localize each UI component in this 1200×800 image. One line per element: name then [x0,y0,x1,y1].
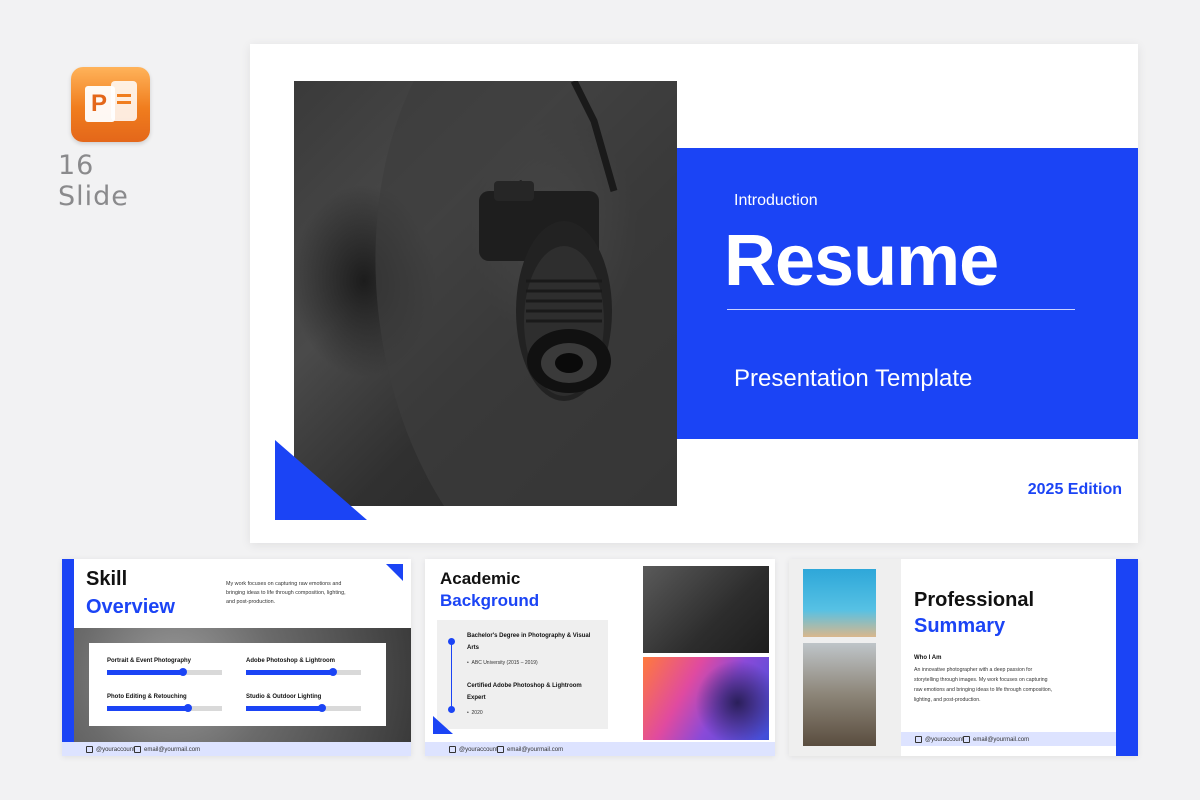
footer-account: @youraccount [459,746,498,753]
timeline-line [451,642,452,710]
footer-account: @youraccount [925,736,964,743]
thumb-footer: @youraccount email@yourmail.com [425,742,775,756]
skill-fill [246,706,322,711]
footer-email: email@yourmail.com [973,736,1030,743]
timeline-dot [448,638,455,645]
skill-label: Adobe Photoshop & Lightroom [246,658,335,664]
skill-knob [317,704,326,712]
skill-label: Studio & Outdoor Lighting [246,694,322,700]
thumb-title-line2: Summary [914,615,1006,637]
slide-count: 16 Slide [58,150,129,212]
blue-corner-triangle [275,440,367,520]
skills-card: Portrait & Event Photography Adobe Photo… [89,643,386,726]
skill-item: Adobe Photoshop & Lightroom [246,658,361,676]
skill-fill [246,670,334,675]
footer-email: email@yourmail.com [144,746,201,753]
skill-label: Photo Editing & Retouching [107,694,187,700]
instagram-icon [915,736,922,743]
skill-knob [329,668,338,676]
skill-item: Photo Editing & Retouching [107,694,222,712]
instagram-icon [86,746,93,753]
thumb-title-line1: Professional [914,589,1035,611]
street-photographer-photo [803,643,876,746]
main-title: Resume [724,221,999,301]
thumbnail-professional-summary: Professional Summary Who I Am An innovat… [789,559,1138,756]
skill-track [246,704,361,712]
intro-label: Introduction [734,192,818,209]
thumbnail-academic-background: Academic Background Bachelor's Degree in… [425,559,775,756]
thumb-title-line1: Skill [86,568,128,590]
email-icon [497,746,504,753]
footer-account: @youraccount [96,746,135,753]
main-slide-preview: Introduction Resume Presentation Templat… [250,44,1138,543]
skill-fill [107,670,183,675]
thumbnail-skill-overview: Skill Overview My work focuses on captur… [62,559,411,756]
timeline-dot [448,706,455,713]
thumb-title-line1: Academic [440,569,521,588]
main-subtitle: Presentation Template [734,365,973,392]
title-panel: Introduction Resume Presentation Templat… [677,148,1138,439]
timeline-entry-title: Bachelor's Degree in Photography & Visua… [467,633,591,651]
title-divider [727,309,1075,310]
accent-stripe [1116,559,1138,756]
skill-item: Studio & Outdoor Lighting [246,694,361,712]
thumb-footer: @youraccount email@yourmail.com [901,732,1116,746]
timeline-entry-detail: • ABC University (2015 – 2019) [467,660,538,666]
timeline: Bachelor's Degree in Photography & Visua… [437,620,608,729]
who-heading: Who I Am [914,655,942,661]
accent-stripe [62,559,74,756]
skill-track [246,668,361,676]
skill-knob [178,668,187,676]
skill-fill [107,706,188,711]
skill-track [107,668,222,676]
camera-photo [643,566,769,653]
edition-label: 2025 Edition [1027,481,1122,498]
email-icon [134,746,141,753]
skill-label: Portrait & Event Photography [107,658,192,664]
corner-triangle [386,564,403,581]
instagram-icon [449,746,456,753]
summary-description: An innovative photographer with a deep p… [914,667,1053,703]
corner-triangle [433,716,453,734]
timeline-entry-detail: • 2020 [467,710,483,716]
skill-knob [183,704,192,712]
thumb-title-line2: Background [440,591,540,610]
thumb-description: My work focuses on capturing raw emotion… [226,581,346,605]
email-icon [963,736,970,743]
lens-bokeh-photo [643,657,769,740]
timeline-entry-title: Certified Adobe Photoshop & Lightroom Ex… [467,683,582,701]
app-letter: P [91,90,108,117]
thumb-footer: @youraccount email@yourmail.com [62,742,411,756]
skill-item: Portrait & Event Photography [107,658,222,676]
footer-email: email@yourmail.com [507,746,564,753]
beach-camera-photo [803,569,876,637]
powerpoint-icon: P [71,67,150,142]
thumb-title-line2: Overview [86,596,175,618]
skill-track [107,704,222,712]
